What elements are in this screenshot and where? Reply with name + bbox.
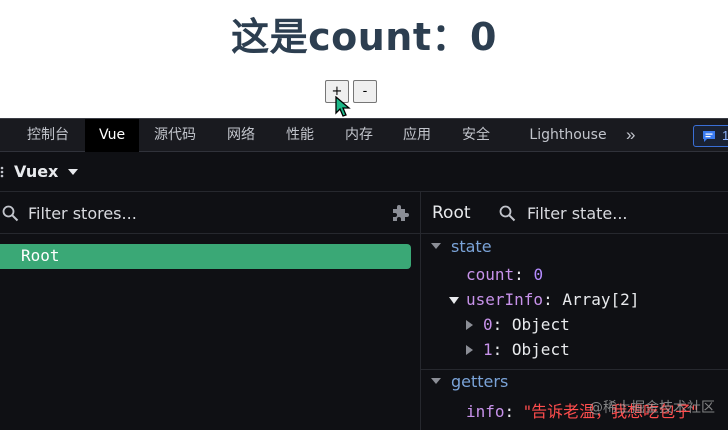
state-section-label: state bbox=[451, 237, 492, 256]
inspector-header: Root Filter state... bbox=[421, 192, 728, 234]
store-item-root[interactable]: Root bbox=[0, 244, 411, 269]
plugin-title[interactable]: Vuex bbox=[14, 162, 58, 181]
puzzle-icon[interactable] bbox=[390, 203, 410, 223]
state-inspector: Root Filter state... state count: 0 user… bbox=[421, 192, 728, 430]
tab-sources[interactable]: 源代码 bbox=[144, 119, 206, 152]
state-key: count bbox=[466, 265, 515, 284]
count-heading: 这是count：0 bbox=[231, 15, 497, 59]
watermark-text: @稀土掘金技术社区 bbox=[589, 400, 715, 416]
filter-state-input[interactable]: Filter state... bbox=[527, 204, 628, 223]
drag-handle-icon[interactable] bbox=[0, 166, 4, 178]
state-section-header[interactable]: state bbox=[421, 235, 728, 259]
tab-lighthouse[interactable]: Lighthouse bbox=[520, 119, 616, 152]
app-page: 这是count：0 + - bbox=[0, 0, 728, 118]
mouse-cursor-icon bbox=[335, 96, 351, 117]
stores-pane: Filter stores... Root bbox=[0, 192, 421, 430]
tab-vue[interactable]: Vue bbox=[85, 119, 139, 152]
state-row-count[interactable]: count: 0 bbox=[466, 265, 543, 289]
issues-badge[interactable]: 1 bbox=[693, 125, 728, 147]
getters-section-header[interactable]: getters bbox=[421, 369, 728, 394]
decrement-button[interactable]: - bbox=[353, 80, 377, 103]
getters-section-label: getters bbox=[451, 372, 509, 391]
tab-security[interactable]: 安全 bbox=[451, 119, 501, 152]
tab-network[interactable]: 网络 bbox=[216, 119, 266, 152]
store-item-label: Root bbox=[21, 246, 60, 265]
filter-stores-field[interactable]: Filter stores... bbox=[0, 192, 420, 234]
collapse-caret-icon bbox=[431, 243, 441, 249]
item-type: Object bbox=[511, 315, 570, 334]
item-key: 0 bbox=[483, 315, 493, 334]
inspector-title: Root bbox=[432, 203, 471, 223]
issues-count: 1 bbox=[722, 128, 728, 143]
expand-caret-icon[interactable] bbox=[449, 297, 459, 304]
tab-memory[interactable]: 内存 bbox=[334, 119, 384, 152]
item-type: Object bbox=[511, 340, 570, 359]
getter-key: info bbox=[466, 402, 505, 421]
state-key: userInfo bbox=[466, 290, 544, 309]
search-icon bbox=[2, 205, 19, 222]
filter-stores-placeholder: Filter stores... bbox=[28, 204, 137, 223]
devtools-panel: 控制台 Vue 源代码 网络 性能 内存 应用 安全 Lighthouse » … bbox=[0, 118, 728, 430]
tab-console[interactable]: 控制台 bbox=[12, 119, 84, 152]
state-value[interactable]: 0 bbox=[533, 265, 543, 284]
item-key: 1 bbox=[483, 340, 493, 359]
chevron-down-icon[interactable] bbox=[68, 169, 78, 175]
more-tabs-icon[interactable]: » bbox=[626, 119, 635, 152]
search-icon bbox=[499, 205, 516, 222]
vuex-toolbar: Vuex bbox=[0, 152, 728, 192]
state-type: Array[2] bbox=[562, 290, 640, 309]
message-icon bbox=[703, 131, 715, 142]
expand-caret-icon[interactable] bbox=[466, 320, 473, 330]
tab-application[interactable]: 应用 bbox=[392, 119, 442, 152]
expand-caret-icon[interactable] bbox=[466, 345, 473, 355]
devtools-tabbar: 控制台 Vue 源代码 网络 性能 内存 应用 安全 Lighthouse » … bbox=[0, 118, 728, 152]
collapse-caret-icon bbox=[431, 378, 441, 384]
tab-performance[interactable]: 性能 bbox=[275, 119, 325, 152]
